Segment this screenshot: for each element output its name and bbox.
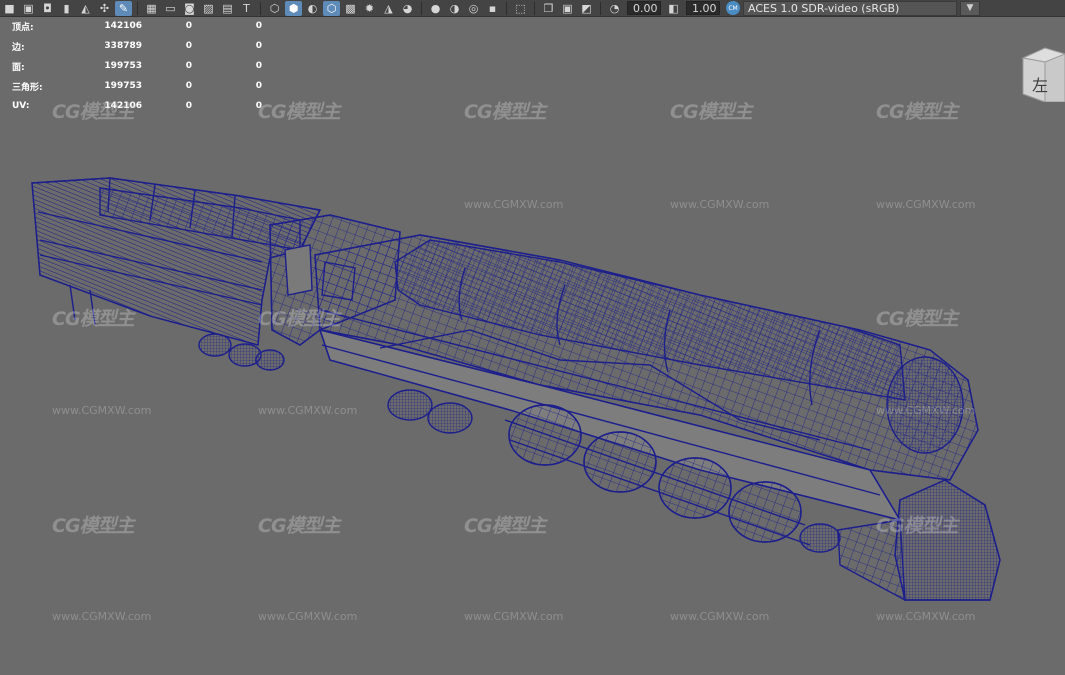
watermark-url: www.CGMXW.com: [258, 404, 358, 417]
poly-count-hud: 顶点: 142106 0 0 边: 338789 0 0 面: 199753 0…: [12, 16, 272, 116]
hud-row-uvs: UV: 142106 0 0: [12, 96, 272, 116]
hud-value: 0: [185, 81, 192, 91]
watermark-url: www.CGMXW.com: [464, 610, 564, 623]
watermark-logo: CG模型主: [52, 308, 135, 330]
hud-row-edges: 边: 338789 0 0: [12, 36, 272, 56]
watermark-url: www.CGMXW.com: [52, 404, 152, 417]
watermark-logo: CG模型主: [876, 308, 959, 330]
watermark-url: www.CGMXW.com: [258, 610, 358, 623]
hud-value: 142106: [104, 21, 142, 31]
hud-value: 0: [255, 41, 262, 51]
hud-value: 199753: [104, 81, 142, 91]
watermark-url: www.CGMXW.com: [52, 610, 152, 623]
watermark-logo: CG模型主: [258, 308, 341, 330]
hud-label: 三角形:: [12, 82, 43, 93]
view-cube[interactable]: 左: [1019, 44, 1065, 103]
watermark-logo: CG模型主: [258, 101, 341, 123]
watermark-logo: CG模型主: [670, 101, 753, 123]
hud-value: 0: [255, 81, 262, 91]
watermark-url: www.CGMXW.com: [464, 198, 564, 211]
hud-value: 0: [185, 41, 192, 51]
watermark-url: www.CGMXW.com: [670, 610, 770, 623]
hud-value: 0: [185, 61, 192, 71]
watermark-logo: CG模型主: [52, 515, 135, 537]
view-cube-face-label[interactable]: 左: [1032, 72, 1048, 96]
watermark-logo: CG模型主: [258, 515, 341, 537]
hud-row-vertices: 顶点: 142106 0 0: [12, 16, 272, 36]
hud-label: 面:: [12, 62, 25, 73]
hud-value: 0: [185, 21, 192, 31]
hud-row-triangles: 三角形: 199753 0 0: [12, 76, 272, 96]
watermark-logo: CG模型主: [52, 101, 135, 123]
hud-value: 338789: [104, 41, 142, 51]
watermark-logo: CG模型主: [464, 101, 547, 123]
hud-value: 0: [185, 101, 192, 111]
watermark-logo: CG模型主: [876, 101, 959, 123]
watermark-logo: CG模型主: [464, 515, 547, 537]
hud-label: 边:: [12, 42, 25, 53]
hud-value: 199753: [104, 61, 142, 71]
watermark-url: www.CGMXW.com: [876, 404, 976, 417]
hud-label: 顶点:: [12, 22, 34, 33]
hud-value: 0: [255, 101, 262, 111]
hud-value: 0: [255, 61, 262, 71]
hud-row-faces: 面: 199753 0 0: [12, 56, 272, 76]
watermark-url: www.CGMXW.com: [876, 610, 976, 623]
watermark-url: www.CGMXW.com: [670, 198, 770, 211]
watermark-url: www.CGMXW.com: [876, 198, 976, 211]
watermark-logo: CG模型主: [876, 515, 959, 537]
hud-value: 0: [255, 21, 262, 31]
